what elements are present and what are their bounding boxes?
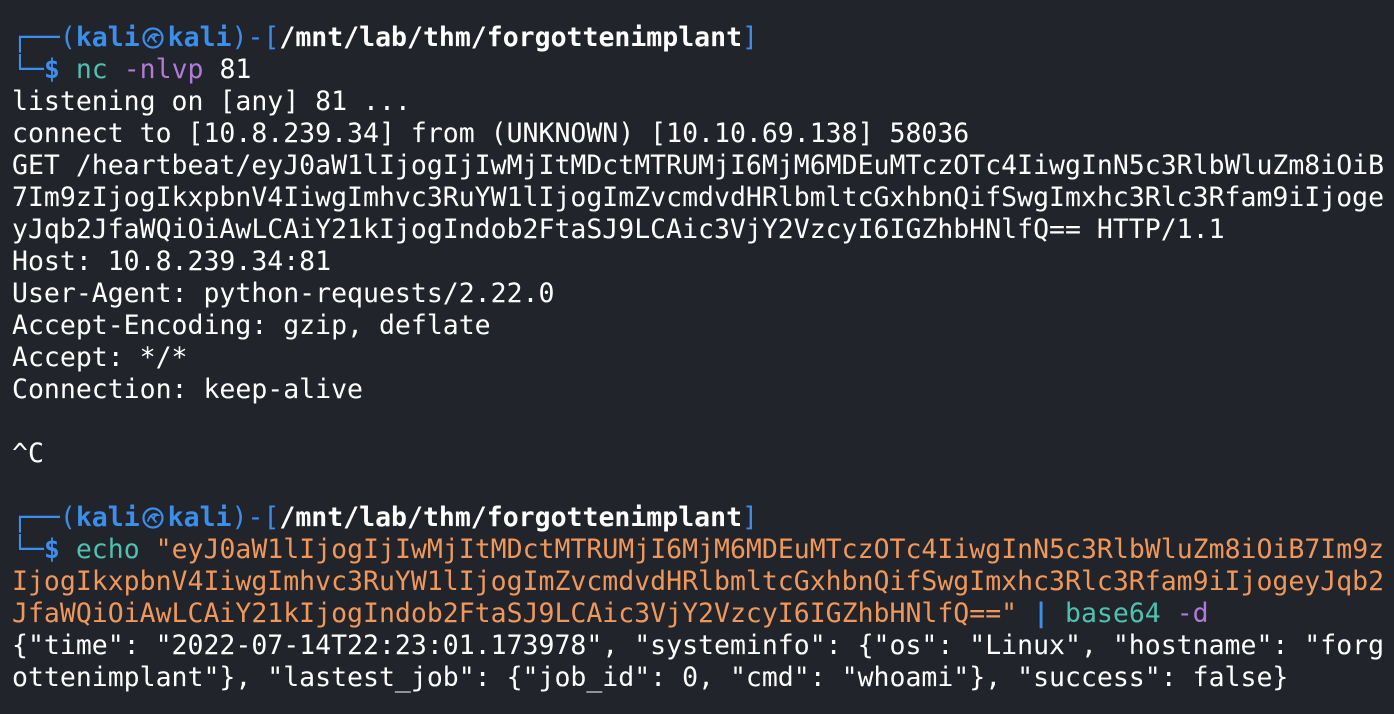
prompt-frame-top: ┌──( — [12, 502, 76, 533]
prompt-path: /mnt/lab/thm/forgottenimplant — [279, 22, 743, 53]
output-line: connect to [10.8.239.34] from (UNKNOWN) … — [12, 118, 970, 149]
prompt-frame-mid: )-[ — [231, 502, 280, 533]
command-line-2: └─$ echo "eyJ0aW1lIjogIjIwMjItMDctMTRUMj… — [12, 534, 1394, 566]
command-args: -nlvp — [107, 54, 204, 85]
output-line: yJqb2JfaWQiOiAwLCAiY21kIjogIndob2FtaSJ9L… — [12, 214, 1225, 245]
kali-dragon-icon — [142, 507, 164, 529]
command-args: -d — [1160, 598, 1209, 629]
prompt-frame-end: ] — [742, 22, 759, 53]
output-line: {"time": "2022-07-14T22:23:01.173978", "… — [12, 630, 1385, 661]
output-line: Host: 10.8.239.34:81 — [12, 246, 332, 277]
prompt-user: kali — [75, 22, 140, 53]
command-string: IjogIkxpbnV4IiwgImhvc3RuYW1lIjogImZvcmdv… — [12, 566, 1385, 597]
output-line: ^C — [12, 438, 44, 469]
output-line: Accept-Encoding: gzip, deflate — [12, 310, 491, 341]
prompt-frame-end: ] — [742, 502, 759, 533]
command-name: base64 — [1065, 598, 1161, 629]
prompt-host: kali — [167, 22, 232, 53]
output-line: 7Im9zIjogIkxpbnV4IiwgImhvc3RuYW1lIjogImZ… — [12, 182, 1385, 213]
command-name: nc — [75, 54, 108, 85]
prompt-path: /mnt/lab/thm/forgottenimplant — [279, 502, 743, 533]
kali-dragon-icon — [142, 27, 164, 49]
prompt-header-2: ┌──(kali kali)-[/mnt/lab/thm/forgottenimp… — [12, 502, 1394, 534]
prompt-frame-mid: )-[ — [231, 22, 280, 53]
prompt-user: kali — [75, 502, 140, 533]
command-name: echo — [75, 534, 140, 565]
output-line: GET /heartbeat/eyJ0aW1lIjogIjIwMjItMDctM… — [12, 150, 1385, 181]
prompt-frame-top: ┌──( — [12, 22, 76, 53]
command-line-2-cont: IjogIkxpbnV4IiwgImhvc3RuYW1lIjogImZvcmdv… — [12, 566, 1394, 598]
prompt-header-1: ┌──(kali kali)-[/mnt/lab/thm/forgottenimp… — [12, 22, 1394, 54]
prompt-symbol: $ — [43, 54, 76, 85]
pipe-operator: | — [1017, 598, 1065, 629]
output-line: listening on [any] 81 ... — [12, 86, 411, 117]
output-line: User-Agent: python-requests/2.22.0 — [12, 278, 555, 309]
output-line: Accept: */* — [12, 342, 188, 373]
prompt-frame-bottom: └─ — [12, 54, 44, 85]
output-line: ottenimplant"}, "lastest_job": {"job_id"… — [12, 662, 1289, 693]
command-string: JfaWQiOiAwLCAiY21kIjogIndob2FtaSJ9LCAic3… — [12, 598, 1018, 629]
prompt-frame-bottom: └─ — [12, 534, 44, 565]
command-line-2-cont: JfaWQiOiAwLCAiY21kIjogIndob2FtaSJ9LCAic3… — [12, 598, 1394, 630]
command-line-1: └─$ nc -nlvp 81 — [12, 54, 1394, 86]
output-line: Connection: keep-alive — [12, 374, 363, 405]
command-string: "eyJ0aW1lIjogIjIwMjItMDctMTRUMjI6MjM6MDE… — [139, 534, 1385, 565]
prompt-symbol: $ — [43, 534, 76, 565]
command-port: 81 — [203, 54, 252, 85]
prompt-host: kali — [167, 502, 232, 533]
terminal-window[interactable]: ┌──(kali kali)-[/mnt/lab/thm/forgottenimp… — [0, 0, 1394, 714]
